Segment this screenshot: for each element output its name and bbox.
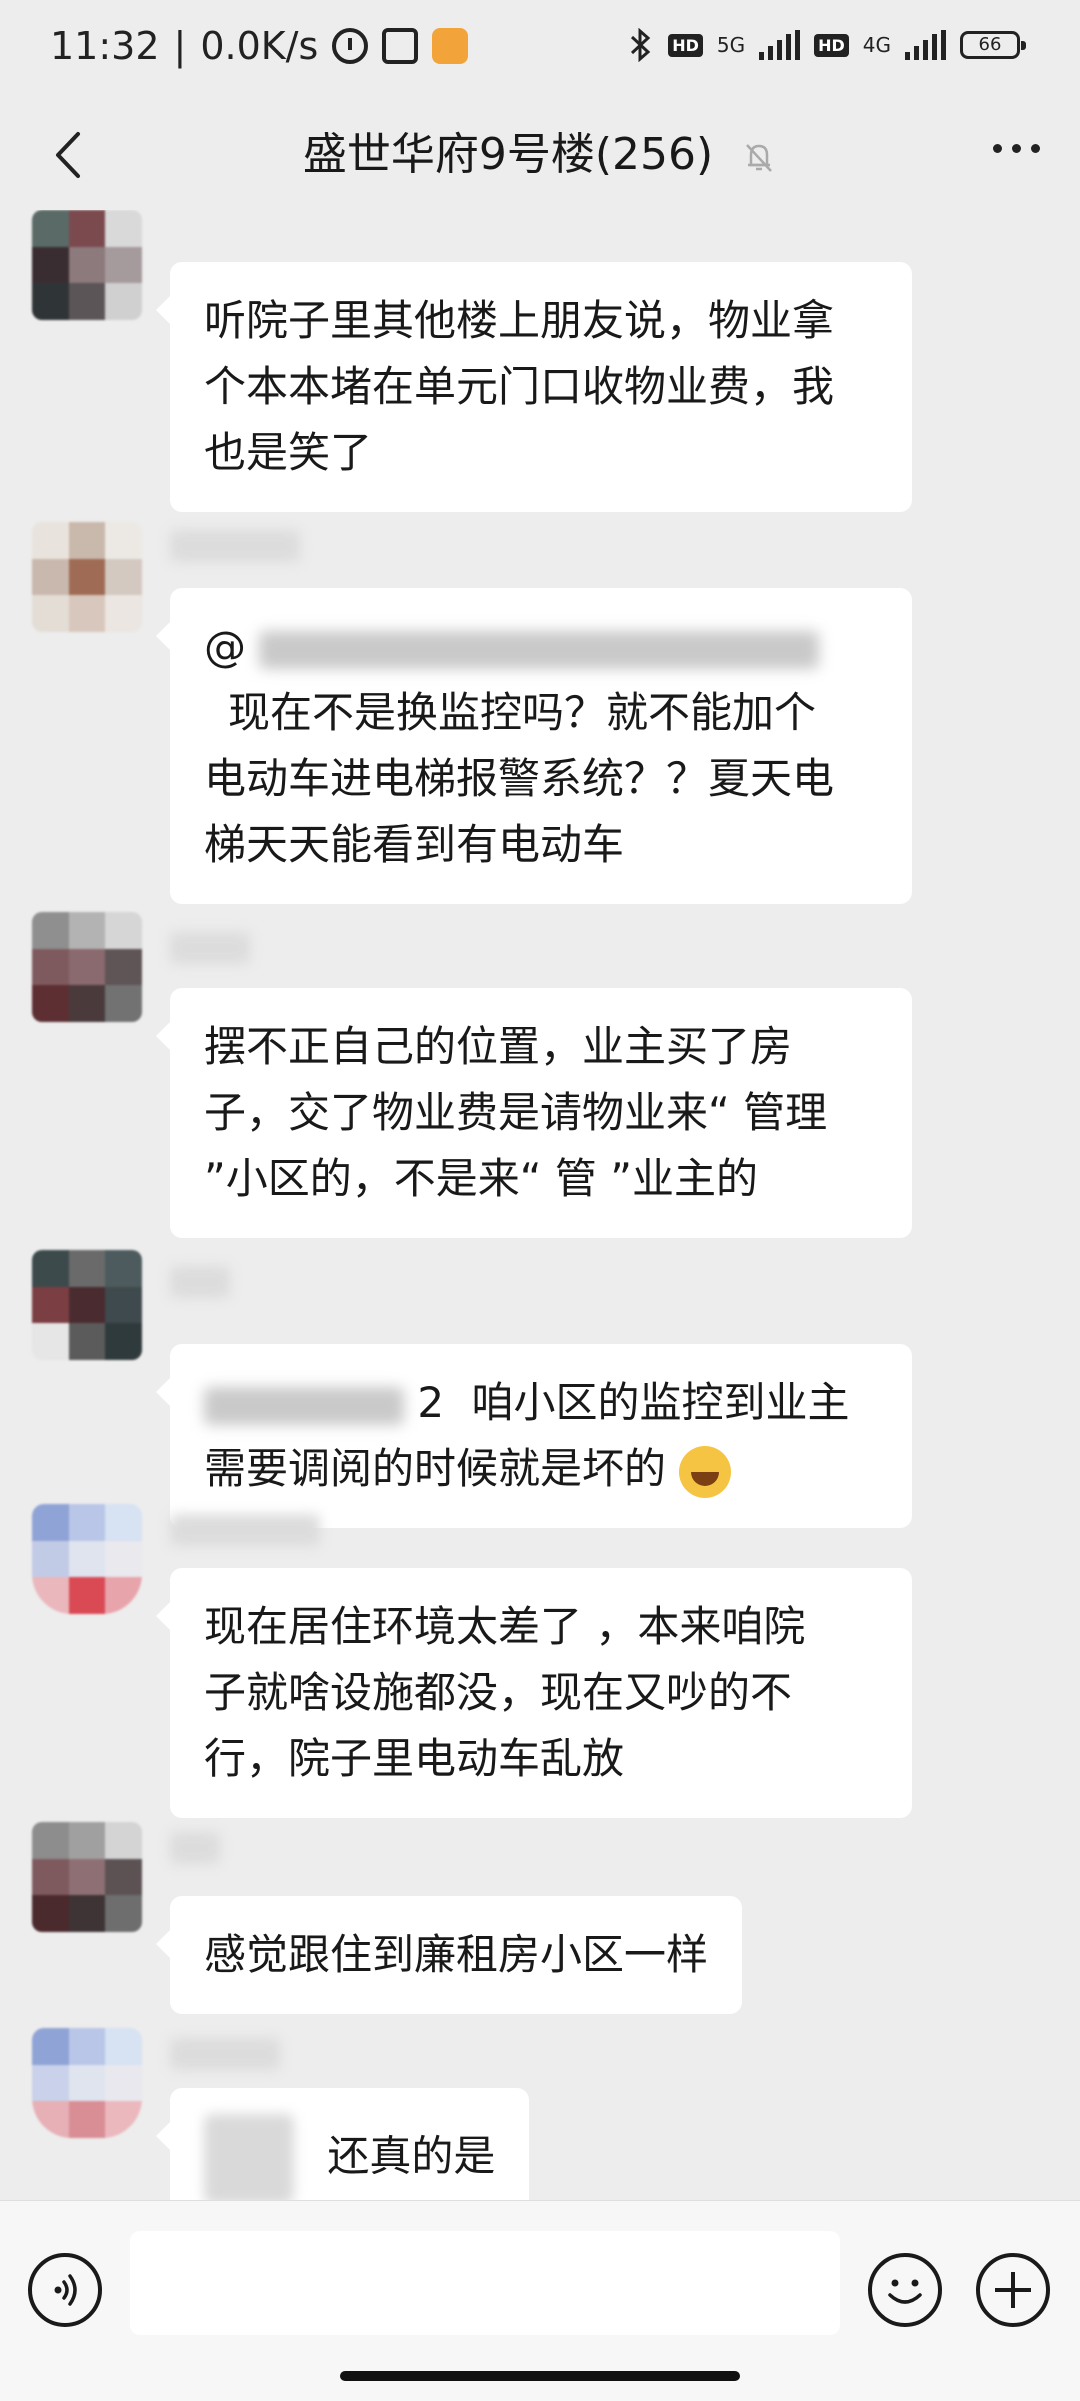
avatar[interactable] [32, 912, 142, 1022]
message-text-line: 行，院子里电动车乱放 [204, 1734, 625, 1783]
message-text: 咱小区的监控到业主 [471, 1378, 850, 1427]
redacted-content [204, 2114, 294, 2200]
message-bubble[interactable]: 2 咱小区的监控到业主 需要调阅的时候就是坏的 [156, 1344, 912, 1528]
mention-at-sign: @ [204, 622, 246, 671]
status-bar: 11:32 | 0.0K/s HD 5G HD 4G 66 [0, 0, 1080, 100]
app-notification-icon [432, 28, 469, 64]
avatar[interactable] [32, 210, 142, 320]
message-text-line: 摆不正自己的位置，业主买了房 [204, 1022, 793, 1071]
chat-area[interactable]: 听院子里其他楼上朋友说，物业拿 个本本堵在单元门口收物业费，我 也是笑了 @ 现… [0, 210, 1080, 2200]
avatar[interactable] [32, 1822, 142, 1932]
more-functions-plus-icon[interactable] [976, 2253, 1050, 2327]
avatar[interactable] [32, 1504, 142, 1614]
net-speed: 0.0K/s [200, 24, 319, 68]
battery-icon: 66 [960, 31, 1026, 59]
voice-input-button[interactable] [28, 2253, 102, 2327]
message-text-line: 梯天天能看到有电动车 [204, 820, 625, 869]
home-indicator[interactable] [340, 2371, 740, 2381]
sweat-laugh-emoji-icon [679, 1445, 732, 1498]
message-text-line: 电动车进电梯报警系统？？夏天电 [204, 754, 835, 803]
sender-name-redacted [170, 530, 300, 562]
more-icon[interactable] [993, 144, 1040, 153]
message-text: 还真的是 [327, 2131, 496, 2181]
sender-name-redacted [170, 2038, 280, 2070]
redacted-mention [259, 630, 820, 669]
hd-badge-1: HD [668, 33, 703, 57]
message-text: 需要调阅的时候就是坏的 [204, 1444, 667, 1493]
hd-badge-2: HD [814, 33, 849, 57]
input-bar [0, 2200, 1080, 2401]
smiley-icon [888, 2279, 922, 2304]
status-right: HD 5G HD 4G 66 [628, 28, 1026, 62]
avatar[interactable] [32, 2028, 142, 2138]
message-text-line: 子，交了物业费是请物业来“ 管理 [204, 1088, 828, 1137]
muted-bell-icon [746, 144, 773, 172]
message-text-line: 现在不是换监控吗？就不能加个 [228, 688, 817, 737]
nfc-icon [382, 28, 419, 64]
signal-icon-2 [905, 30, 946, 60]
message-text-line: 需要调阅的时候就是坏的 [204, 1436, 878, 1502]
header-title-wrap: 盛世华府9号楼(256) [0, 120, 1080, 190]
message-bubble[interactable]: 感觉跟住到廉租房小区一样 [155, 1896, 743, 2014]
mention-tail: 2 [417, 1378, 445, 1427]
message-input[interactable] [130, 2231, 840, 2335]
message-bubble[interactable]: 现在居住环境太差了 ，本来咱院 子就啥设施都没，现在又吵的不 行，院子里电动车乱… [156, 1568, 912, 1818]
signal-icon [759, 30, 801, 60]
net-type-1: 5G [716, 33, 746, 57]
redacted-mention [204, 1386, 404, 1425]
message-bubble[interactable]: 还真的是 [155, 2088, 530, 2200]
message-text-line: 还真的是 [204, 2114, 495, 2200]
message-text-line: 2 咱小区的监控到业主 [204, 1370, 878, 1436]
avatar[interactable] [32, 522, 142, 632]
emoji-button[interactable] [868, 2253, 942, 2327]
message-text-line: 子就啥设施都没，现在又吵的不 [204, 1668, 793, 1717]
message-text-line: 现在居住环境太差了 ，本来咱院 [204, 1602, 806, 1651]
bluetooth-icon [631, 28, 651, 62]
message-bubble[interactable]: 摆不正自己的位置，业主买了房 子，交了物业费是请物业来“ 管理 ”小区的，不是来… [156, 988, 912, 1238]
chat-header: 盛世华府9号楼(256) [0, 100, 1080, 210]
sender-name-redacted [170, 1832, 220, 1864]
net-type-2: 4G [862, 33, 891, 57]
message-text-line: 个本本堵在单元门口收物业费，我 [204, 362, 835, 411]
group-title[interactable]: 盛世华府9号楼(256) [303, 129, 713, 180]
alarm-icon [332, 28, 369, 64]
mention-line: @ [204, 614, 878, 680]
voice-icon [54, 2274, 77, 2306]
message-text-line: ”小区的，不是来“ 管 ”业主的 [204, 1154, 758, 1203]
sender-name-redacted [170, 1514, 320, 1546]
message-text-line: 感觉跟住到廉租房小区一样 [204, 1930, 709, 1979]
status-left: 11:32 | 0.0K/s [50, 24, 469, 68]
sender-name-redacted [170, 932, 250, 964]
clock: 11:32 [50, 24, 160, 68]
sender-name-redacted [170, 1266, 230, 1298]
avatar[interactable] [32, 1250, 142, 1360]
message-bubble[interactable]: 听院子里其他楼上朋友说，物业拿 个本本堵在单元门口收物业费，我 也是笑了 [156, 262, 912, 512]
message-text-line: 听院子里其他楼上朋友说，物业拿 [204, 296, 835, 345]
message-bubble[interactable]: @ 现在不是换监控吗？就不能加个 电动车进电梯报警系统？？夏天电 梯天天能看到有… [156, 588, 912, 904]
message-text-line: 也是笑了 [204, 428, 373, 477]
